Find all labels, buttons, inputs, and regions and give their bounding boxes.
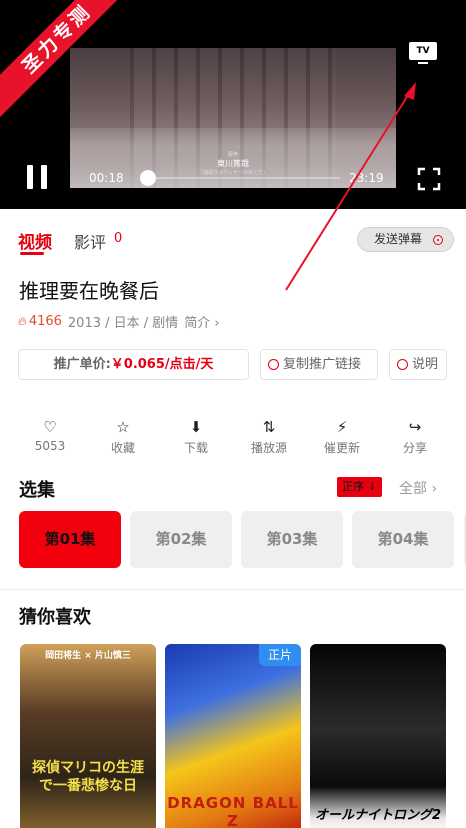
tv-stand-icon [418, 62, 428, 64]
current-time: 00:18 [89, 171, 124, 185]
video-player[interactable]: 原作 東川篤哉 「謎解きはディナーのあとで」 圣力专测 TV 00:18 23:… [0, 0, 466, 209]
promo-unit: /点击/天 [164, 357, 214, 372]
copy-promo-link-label: 复制推广链接 [283, 357, 362, 372]
pause-button[interactable] [26, 165, 48, 189]
page-title: 推理要在晚餐后 [19, 279, 159, 303]
meta-row: 🔥︎ 4166 2013 / 日本 / 剧情 简介 › [18, 312, 220, 331]
action-play-source[interactable]: ⇅ 播放源 [239, 418, 299, 456]
sort-order-button[interactable]: 正序 ⇃ [337, 477, 382, 497]
action-share[interactable]: ↪ 分享 [385, 418, 445, 456]
tab-active-indicator [20, 252, 44, 255]
poster-title-text: 探偵マリコの生涯で一番悲惨な日 [32, 760, 144, 794]
recommend-title: 猜你喜欢 [19, 607, 91, 628]
all-episodes-link[interactable]: 全部 › [399, 478, 437, 498]
link-icon [268, 359, 279, 370]
episode-button-1[interactable]: 第01集 [19, 511, 121, 568]
lightning-icon: ⚡ [336, 418, 348, 436]
send-danmaku-button[interactable]: 发送弹幕 [357, 227, 454, 252]
action-label: 下载 [183, 441, 208, 455]
star-icon: ☆ [116, 418, 130, 436]
video-subtitle-small: 原作 [227, 152, 238, 158]
action-download[interactable]: ⬇ 下载 [166, 418, 226, 456]
share-icon: ↪ [408, 418, 422, 436]
review-count: 0 [114, 231, 123, 246]
video-subtitle: 東川篤哉 [217, 159, 249, 168]
fullscreen-icon [417, 167, 441, 191]
tv-cast-button[interactable]: TV [409, 42, 437, 66]
hot-count: 4166 [28, 314, 62, 329]
episodes-title: 选集 [19, 480, 55, 501]
heart-icon: ♡ [43, 418, 57, 436]
action-label: 播放源 [250, 441, 287, 455]
episode-button-4[interactable]: 第04集 [352, 511, 454, 568]
action-urge-update[interactable]: ⚡ 催更新 [312, 418, 372, 456]
explain-label: 说明 [412, 357, 439, 372]
total-time: 23:19 [349, 171, 384, 185]
recommend-poster-1[interactable]: 岡田将生 × 片山慎三 探偵マリコの生涯で一番悲惨な日 [20, 644, 156, 828]
fullscreen-button[interactable] [417, 167, 441, 191]
meta-text: 2013 / 日本 / 剧情 [67, 316, 179, 331]
send-danmaku-label: 发送弹幕 [374, 232, 423, 246]
poster-title-text: DRAGON BALL Z [167, 794, 299, 828]
poster-top-text: 岡田将生 × 片山慎三 [45, 651, 131, 661]
tab-video[interactable]: 视频 [18, 228, 52, 253]
recommend-poster-3[interactable]: オールナイトロング2 [310, 644, 446, 828]
action-like[interactable]: ♡ 5053 [20, 418, 80, 453]
action-bar: ♡ 5053 ☆ 收藏 ⬇ 下载 ⇅ 播放源 ⚡ 催更新 ↪ 分享 [0, 418, 466, 458]
recommend-poster-2[interactable]: 正片 DRAGON BALL Z [165, 644, 301, 828]
promo-price: ￥0.065 [110, 357, 165, 372]
episode-button-3[interactable]: 第03集 [241, 511, 343, 568]
copy-promo-link-button[interactable]: 复制推广链接 [260, 349, 378, 380]
switch-source-icon: ⇅ [262, 418, 276, 436]
download-icon: ⬇ [189, 418, 203, 436]
intro-link[interactable]: 简介 › [184, 312, 219, 331]
tv-icon: TV [409, 42, 437, 60]
progress-bar[interactable] [140, 170, 340, 186]
tab-reviews[interactable]: 影评 [74, 229, 106, 253]
explain-button[interactable]: 说明 [389, 349, 447, 380]
episode-button-2[interactable]: 第02集 [130, 511, 232, 568]
help-icon [397, 359, 408, 370]
promo-label: 推广单价: [53, 357, 111, 372]
action-label: 分享 [402, 441, 427, 455]
progress-thumb[interactable] [140, 170, 156, 186]
poster-title-text: オールナイトロング2 [314, 808, 442, 823]
action-label: 5053 [34, 439, 66, 453]
divider [0, 589, 466, 590]
action-label: 催更新 [323, 441, 360, 455]
promo-price-box: 推广单价:￥0.065/点击/天 [18, 349, 249, 380]
video-frame[interactable]: 原作 東川篤哉 「謎解きはディナーのあとで」 [70, 48, 396, 188]
fire-icon: 🔥︎ [18, 314, 27, 328]
full-episode-badge: 正片 [259, 644, 301, 666]
action-favorite[interactable]: ☆ 收藏 [93, 418, 153, 456]
action-label: 收藏 [110, 441, 135, 455]
danmaku-icon [433, 235, 443, 245]
